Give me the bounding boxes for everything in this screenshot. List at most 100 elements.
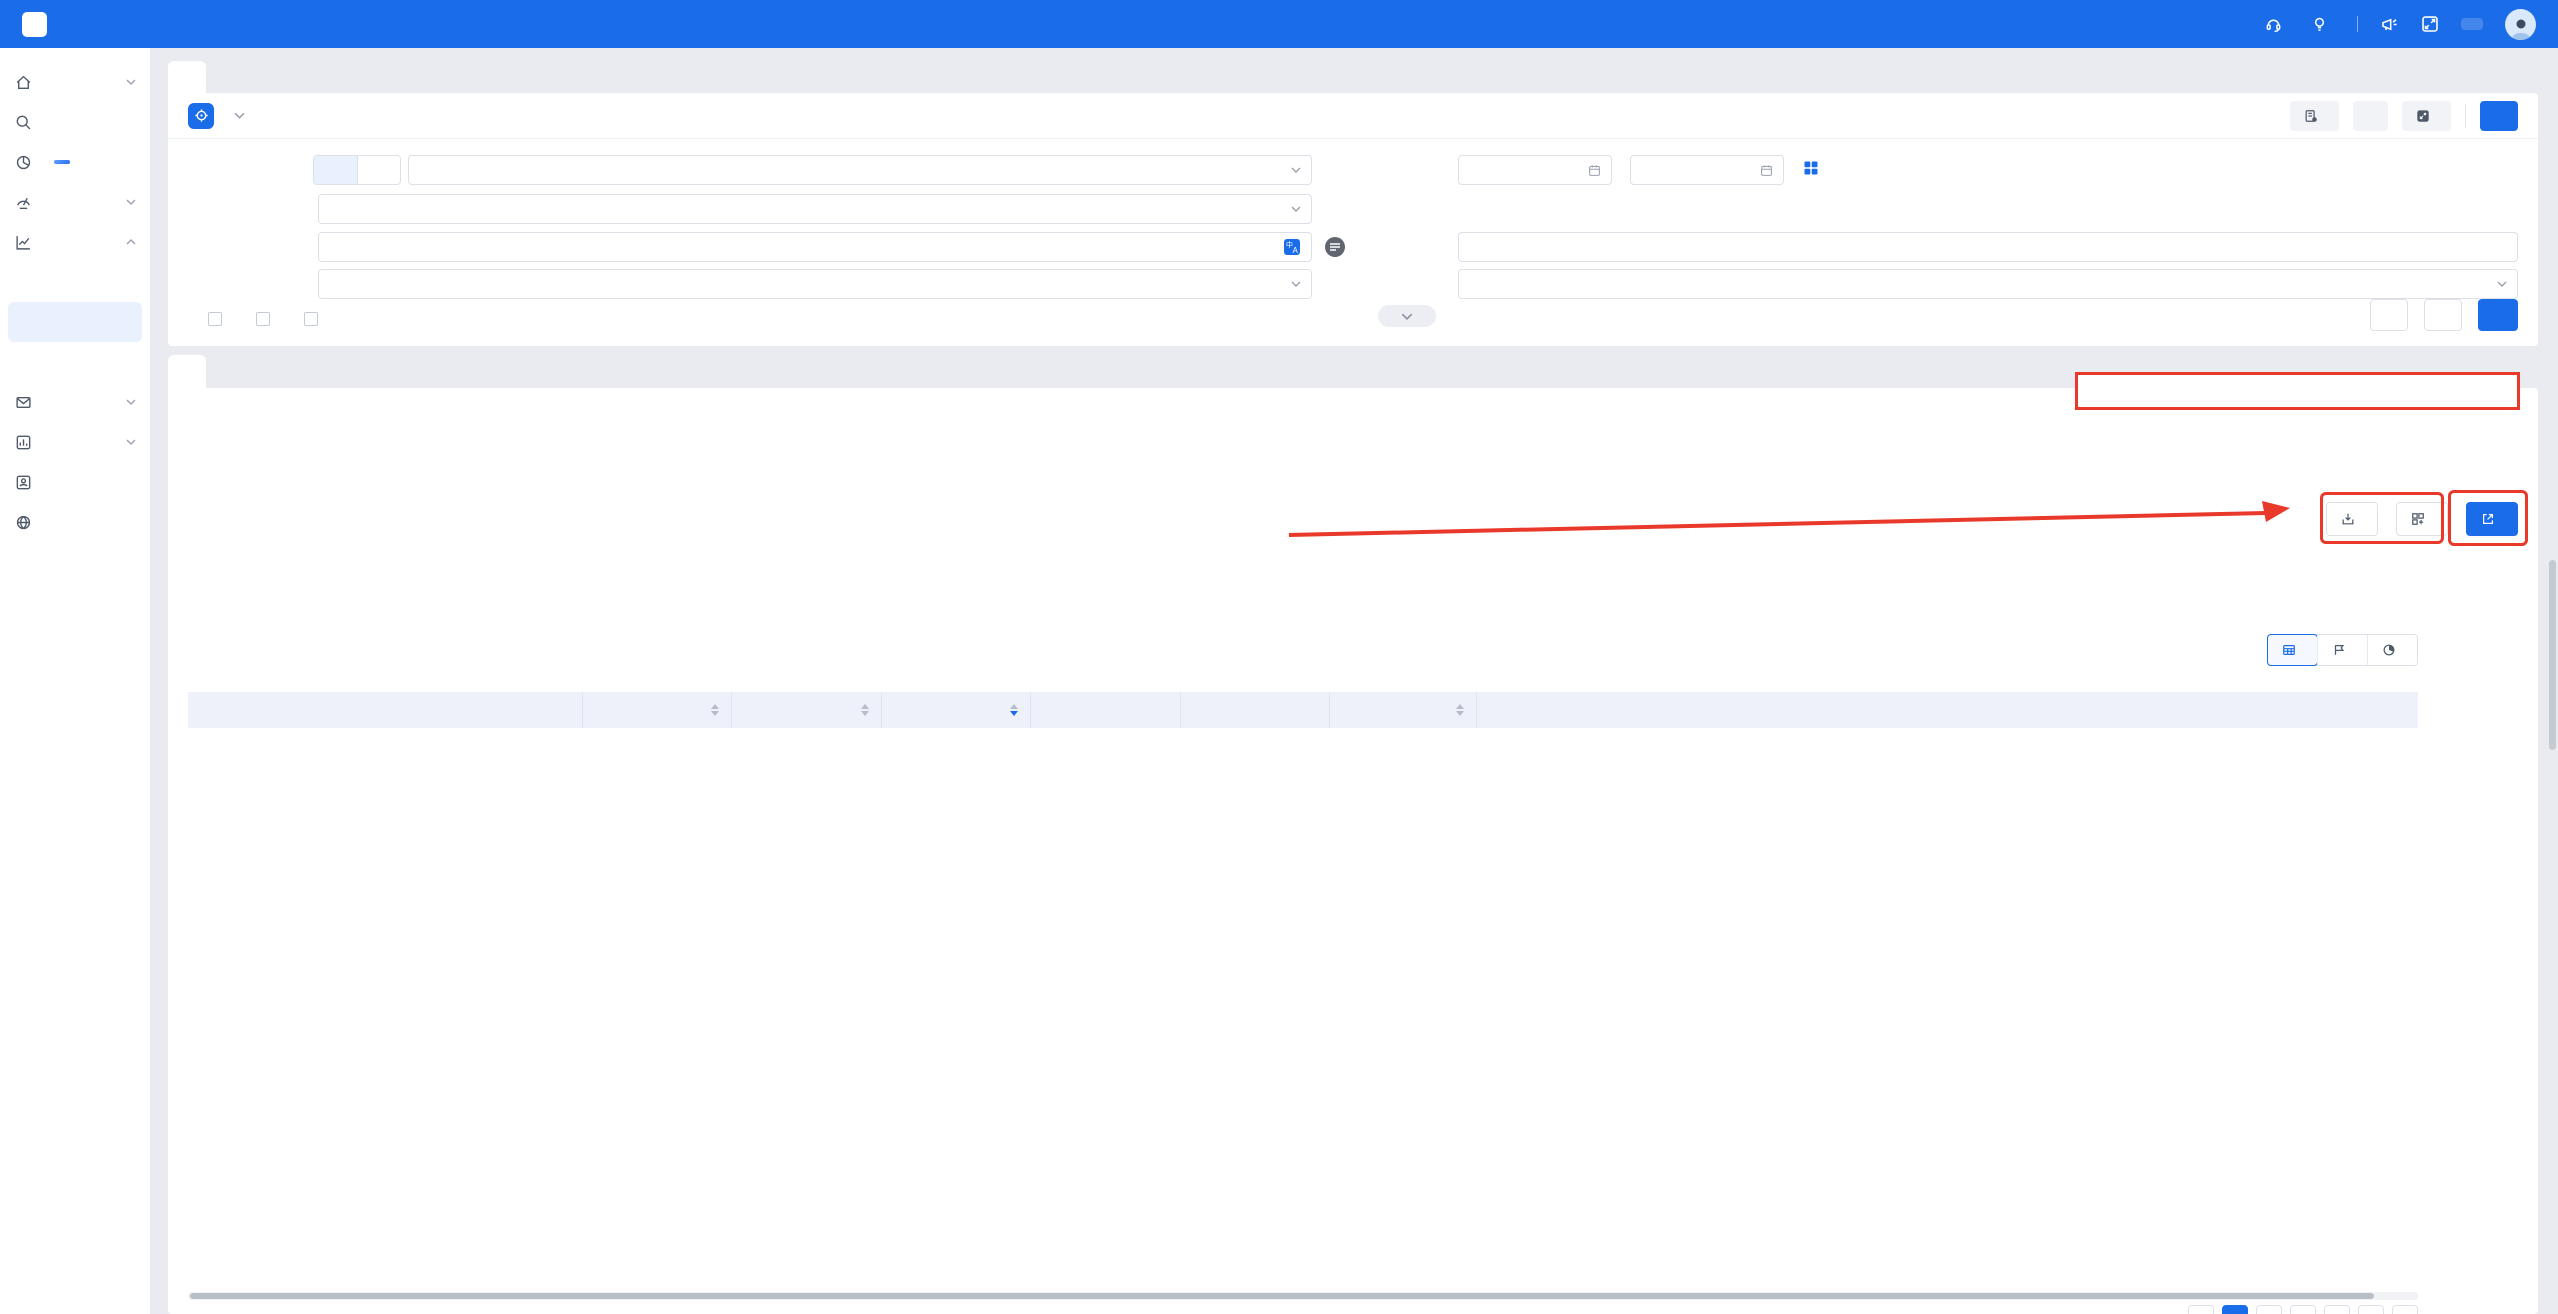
sidebar-item-my-account[interactable] <box>0 62 150 102</box>
report-content-panel <box>168 388 2538 1314</box>
import-toggle[interactable] <box>314 156 357 184</box>
sidebar-item-discovery[interactable] <box>0 102 150 142</box>
sidebar-item-insight[interactable] <box>0 142 150 182</box>
sort-icon-active-desc[interactable] <box>1010 704 1018 716</box>
checkbox-filter-logistics[interactable] <box>304 312 326 326</box>
topbar <box>0 0 2558 48</box>
exclude-words-icon[interactable] <box>1324 236 1346 258</box>
calendar-icon <box>1760 164 1773 177</box>
quick-options-link[interactable] <box>1804 161 1824 175</box>
importer-table <box>188 692 2418 728</box>
checkbox-icon <box>304 312 318 326</box>
page-4-button[interactable] <box>2324 1305 2350 1314</box>
search-panel-header <box>168 93 2538 139</box>
translate-icon[interactable]: 中A <box>1283 238 1301 256</box>
chevron-down-icon <box>1291 167 1301 173</box>
sidebar-item-tendata-bi[interactable] <box>0 422 150 462</box>
prev-page-button[interactable] <box>2188 1305 2214 1314</box>
bi-chart-icon <box>14 434 32 451</box>
sidebar-item-data-update[interactable] <box>0 342 150 382</box>
sidebar-item-radar[interactable] <box>0 182 150 222</box>
tendata-logo[interactable] <box>22 12 52 37</box>
view-detail-button[interactable] <box>2267 634 2318 666</box>
col-kg-weight[interactable] <box>582 692 731 728</box>
view-ranking-button[interactable] <box>2317 635 2367 665</box>
col-usd-per-kg <box>1030 692 1180 728</box>
sidebar-item-t-crm[interactable] <box>0 462 150 502</box>
search-button[interactable] <box>2478 299 2518 331</box>
page-3-button[interactable] <box>2290 1305 2316 1314</box>
announcement-icon[interactable] <box>2380 15 2399 34</box>
checkbox-filter-blank-exporter[interactable] <box>256 312 278 326</box>
col-trade-count[interactable] <box>1329 692 1476 728</box>
search-footer-actions <box>2354 299 2518 331</box>
sort-icon[interactable] <box>1456 704 1464 716</box>
next-page-button[interactable] <box>2392 1305 2418 1314</box>
hide-conditions-button[interactable] <box>2402 101 2451 131</box>
chevron-down-icon <box>126 439 136 445</box>
import-to-crm-button[interactable] <box>2326 502 2378 536</box>
col-quantity[interactable] <box>731 692 881 728</box>
advanced-search-button[interactable] <box>2480 101 2518 131</box>
divider <box>2465 104 2466 128</box>
customer-service-link[interactable] <box>2265 16 2289 33</box>
chevron-down-icon <box>126 399 136 405</box>
chevron-down-icon <box>1291 281 1301 287</box>
pro-badge <box>54 160 70 164</box>
chevron-down-icon <box>126 199 136 205</box>
product-desc-input[interactable]: 中A <box>318 232 1312 262</box>
data-source-select[interactable] <box>408 155 1312 185</box>
origin-country-select[interactable] <box>318 269 1312 299</box>
merge-download-icon <box>2411 512 2425 526</box>
expand-more-button[interactable] <box>1378 305 1436 327</box>
view-share-button[interactable] <box>2367 635 2417 665</box>
destination-select[interactable] <box>1458 269 2518 299</box>
date-from-input[interactable] <box>1458 155 1612 185</box>
favorite-conditions-button[interactable] <box>2353 101 2388 131</box>
topnav <box>2265 9 2536 40</box>
save-favorite-button[interactable] <box>2370 299 2408 331</box>
bulb-icon <box>2311 16 2328 33</box>
scrollbar-thumb[interactable] <box>190 1293 2374 1299</box>
table-icon <box>2282 643 2296 657</box>
fullscreen-icon[interactable] <box>2421 15 2439 33</box>
sidebar-item-analysis-report[interactable] <box>8 302 142 342</box>
search-header-buttons <box>2290 101 2518 131</box>
chevron-down-icon[interactable] <box>234 112 245 119</box>
sidebar-item-data-hub[interactable] <box>0 222 150 262</box>
ranking-icon <box>2332 643 2346 657</box>
sidebar-item-eco-apps[interactable] <box>0 502 150 542</box>
mail-icon <box>14 394 32 411</box>
export-icon <box>2481 512 2495 526</box>
sort-icon[interactable] <box>711 704 719 716</box>
page-2-button[interactable] <box>2256 1305 2282 1314</box>
chevron-down-icon <box>2497 281 2507 287</box>
user-avatar[interactable] <box>2505 9 2536 40</box>
sidebar-item-trade-records[interactable] <box>0 262 150 302</box>
chevron-up-icon <box>126 239 136 245</box>
history-button[interactable] <box>2290 101 2339 131</box>
sidebar-item-cloud-mail[interactable] <box>0 382 150 422</box>
hs-code-input[interactable] <box>1458 232 2518 262</box>
page-vertical-scrollbar[interactable] <box>2549 560 2556 750</box>
report-actions <box>2326 502 2518 536</box>
merge-download-button[interactable] <box>2396 502 2448 536</box>
report-type-select[interactable] <box>318 194 1312 224</box>
reset-button[interactable] <box>2424 299 2462 331</box>
col-usd-total[interactable] <box>881 692 1030 728</box>
export-button[interactable] <box>2466 502 2518 536</box>
tab-importer-summary-report[interactable] <box>168 355 206 388</box>
language-switch[interactable] <box>2461 18 2483 30</box>
horizontal-scrollbar[interactable] <box>188 1292 2418 1300</box>
export-toggle[interactable] <box>357 156 400 184</box>
checkbox-icon <box>208 312 222 326</box>
calendar-icon <box>1588 164 1601 177</box>
radar-icon <box>14 194 32 211</box>
page-1-button[interactable] <box>2222 1305 2248 1314</box>
academy-link[interactable] <box>2311 16 2335 33</box>
checkbox-filter-blank-importer[interactable] <box>208 312 230 326</box>
page-5-button[interactable] <box>2358 1305 2384 1314</box>
date-to-input[interactable] <box>1630 155 1784 185</box>
sort-icon[interactable] <box>861 704 869 716</box>
tab-global-search[interactable] <box>168 61 206 93</box>
